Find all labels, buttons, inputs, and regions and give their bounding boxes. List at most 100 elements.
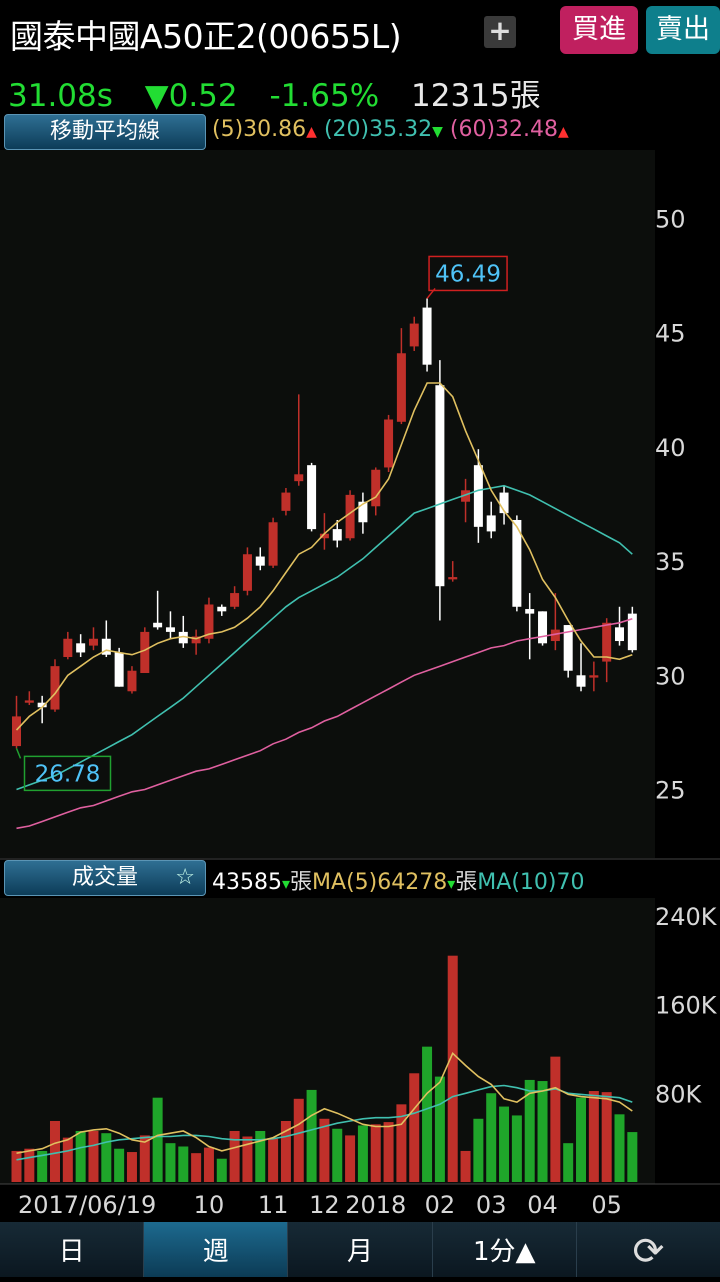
volume-bar [203,1147,214,1182]
volume-selector-button[interactable]: 成交量 ☆ [4,860,206,896]
volume-unit-2: 張 [455,870,478,895]
volume-bar [511,1115,522,1182]
candle-body [217,606,227,612]
tab-month[interactable]: 月 [288,1222,433,1277]
candle-body [294,474,304,482]
candle-body [486,515,496,532]
volume-down-icon: ▾ [282,874,291,893]
volume-bar [293,1098,304,1182]
candle-body [255,556,265,566]
x-tick-label: 04 [527,1191,558,1219]
volume-bar [422,1046,433,1182]
volume-bar [229,1130,240,1182]
x-tick-label: 12 [309,1191,340,1219]
volume-bar [165,1143,176,1182]
period-tab-bar: 日 週 月 1分▲ ⟳ [0,1222,720,1277]
volume-bar [627,1132,638,1182]
volume-bar [383,1122,394,1182]
volume-bar [11,1150,22,1182]
volume-bar [178,1146,189,1182]
x-tick-label: 02 [425,1191,456,1219]
candle-body [396,353,406,422]
candle-body [127,670,137,692]
refresh-icon[interactable]: ⟳ [576,1222,720,1277]
price-tick-label: 35 [655,548,686,576]
volume-bar [601,1092,612,1182]
volume-bar [486,1093,497,1182]
volume-bar [409,1073,420,1182]
price-tick-label: 30 [655,662,686,690]
candle-body [538,611,548,644]
candle-body [24,700,34,703]
volume-bar [306,1089,317,1182]
volume-bar [75,1130,86,1182]
volume-bar [434,1076,445,1182]
x-tick-label: 2017/06/19 [18,1191,156,1219]
volume-bar [126,1152,137,1182]
volume-bar [370,1124,381,1182]
volume-bar [614,1114,625,1182]
candle-body [422,307,432,365]
volume-bar [152,1097,163,1182]
volume-bar [268,1138,279,1182]
tab-day[interactable]: 日 [0,1222,145,1277]
volume-bar [216,1158,227,1182]
volume-bar [88,1130,99,1182]
candle-body [140,631,150,674]
low-label: 26.78 [35,761,101,787]
volume-bar [49,1120,60,1182]
volume-bar [332,1128,343,1182]
candle-body [165,627,175,632]
volume-label: 成交量 [71,865,138,890]
volume-bar [255,1130,266,1182]
volume-unit: 張 [290,870,313,895]
x-tick-label: 11 [258,1191,289,1219]
candle-body [12,716,21,747]
tab-week[interactable]: 週 [144,1222,289,1277]
volume-bar [101,1133,112,1182]
volume-bar [588,1091,599,1182]
candle-body [281,492,291,511]
volume-ma10: MA(10)70 [477,870,585,895]
volume-tick-label: 160K [655,992,718,1020]
volume-bar [563,1143,574,1182]
volume-current: 43585 [212,870,282,895]
candle-body [242,554,252,591]
volume-bar [24,1148,35,1182]
candle-body [76,643,86,653]
high-label: 46.49 [435,261,501,287]
candle-body [332,529,342,541]
volume-bar [191,1153,202,1182]
candle-body [589,675,599,678]
candle-body [473,465,483,527]
candle-body [153,622,163,628]
volume-ma5: MA(5)64278 [312,870,448,895]
volume-bar [62,1137,73,1182]
volume-bar [447,955,458,1182]
volume-legend: 43585▾張MA(5)64278▾張MA(10)70 [212,864,584,896]
price-tick-label: 40 [655,434,686,462]
candle-body [345,494,355,539]
candle-body [409,323,419,347]
candle-body [268,522,278,566]
volume-bar [345,1135,356,1182]
x-tick-label: 03 [476,1191,507,1219]
candle-body [525,609,535,614]
candle-body [448,577,458,580]
volume-bar [576,1097,587,1182]
volume-bar [114,1148,125,1182]
candle-body [615,627,625,642]
price-volume-chart[interactable]: 25 30 35 40 45 50 46.49 26.78 80K 160K 240K 2017/06… [0,0,720,1222]
volume-tick-label: 80K [655,1080,703,1108]
star-icon[interactable]: ☆ [175,861,195,895]
candle-body [307,465,317,530]
volume-bar [473,1118,484,1182]
tab-minute[interactable]: 1分▲ [432,1222,577,1277]
candle-body [371,469,381,507]
candle-body [88,638,98,646]
candle-body [384,419,394,468]
volume-tick-label: 240K [655,903,718,931]
candle-body [435,385,445,587]
candle-body [602,622,612,662]
candle-body [230,593,240,607]
